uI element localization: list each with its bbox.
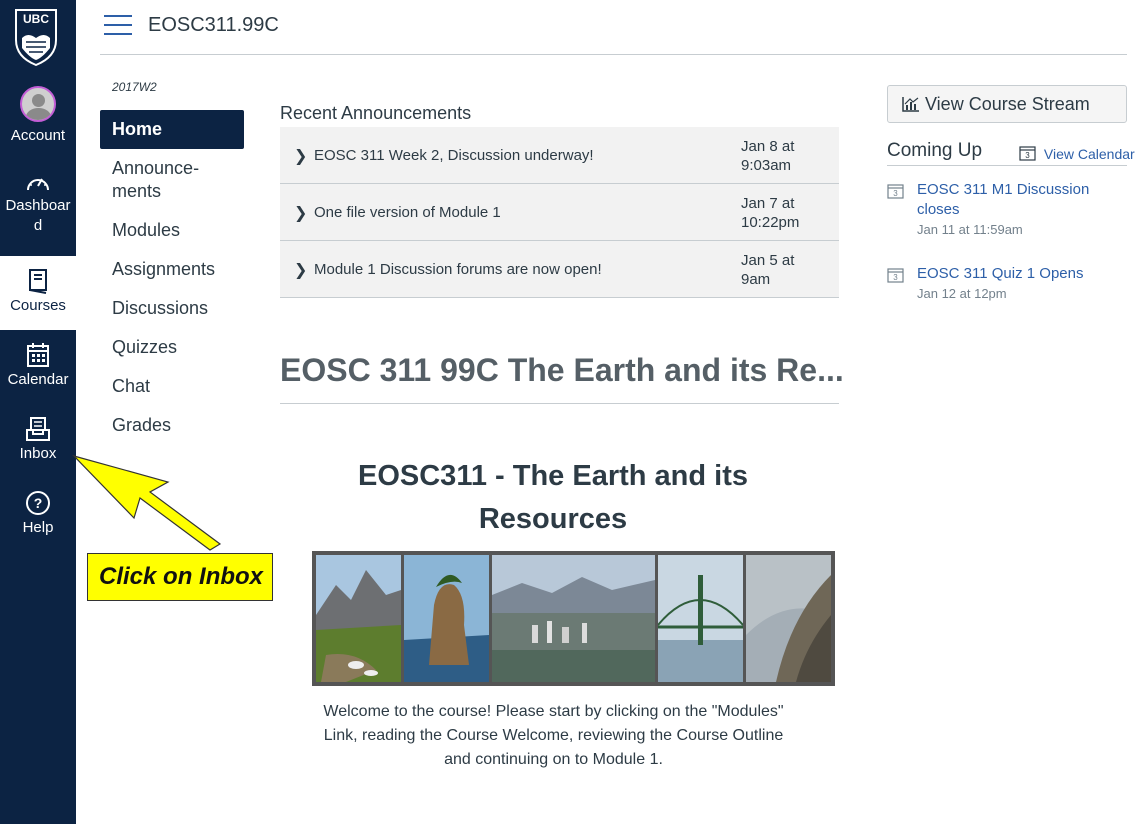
global-nav-courses-label: Courses <box>10 297 66 314</box>
view-calendar-link[interactable]: 3 View Calendar <box>1019 144 1135 164</box>
course-nav-announcements-label: Announce- <box>112 158 200 178</box>
course-nav-modules[interactable]: Modules <box>100 211 244 250</box>
banner-photo-coast <box>746 555 831 682</box>
calendar-event-icon-day: 3 <box>893 189 898 198</box>
header-divider <box>100 54 1127 55</box>
announcement-title: EOSC 311 Week 2, Discussion underway! <box>314 147 594 164</box>
calendar-small-icon-day: 3 <box>1025 151 1030 160</box>
announcement-date: Jan 7 at 10:22pm <box>741 194 831 232</box>
calendar-small-icon: 3 <box>1019 146 1036 161</box>
course-nav: Home Announce- ments Modules Assignments… <box>100 110 244 445</box>
welcome-heading: EOSC311 - The Earth and its Resources <box>358 460 748 535</box>
announcement-row[interactable]: ❯ One file version of Module 1 Jan 7 at … <box>280 184 839 241</box>
coming-up-heading: Coming Up <box>887 140 983 161</box>
course-nav-chat[interactable]: Chat <box>100 367 244 406</box>
view-calendar-label: View Calendar <box>1043 146 1135 162</box>
coming-up-item-title[interactable]: EOSC 311 M1 Discussion closes <box>917 180 1127 220</box>
svg-text:?: ? <box>34 495 43 511</box>
announcement-date: Jan 5 at 9am <box>741 251 831 289</box>
global-nav-dashboard[interactable]: Dashboar d <box>0 172 76 236</box>
banner-photo-mountains <box>316 555 401 682</box>
announcement-date-line2: 9am <box>741 271 771 288</box>
chevron-right-icon: ❯ <box>294 148 308 165</box>
help-icon: ? <box>26 491 50 515</box>
global-nav-account[interactable]: Account <box>0 86 76 146</box>
banner-photo-rock <box>404 555 489 682</box>
chart-icon <box>902 97 919 112</box>
global-nav-courses[interactable]: Courses <box>0 256 76 330</box>
course-nav-announcements-label-wrap: ments <box>112 181 162 201</box>
announcement-list: ❯ EOSC 311 Week 2, Discussion underway! … <box>280 127 839 298</box>
coming-up-divider <box>887 165 1127 166</box>
announcement-date-line2: 10:22pm <box>741 214 800 231</box>
view-course-stream-button[interactable]: View Course Stream <box>887 85 1127 123</box>
announcement-row[interactable]: ❯ EOSC 311 Week 2, Discussion underway! … <box>280 127 839 184</box>
ubc-logo[interactable]: UBC <box>14 8 58 66</box>
course-banner-image <box>312 551 835 686</box>
page-title-divider <box>280 403 839 404</box>
coming-up-item: 3 EOSC 311 Quiz 1 Opens Jan 12 at 12pm <box>887 264 1127 304</box>
course-nav-home[interactable]: Home <box>100 110 244 149</box>
canvas-app: UBC Account Dashboar d Courses Calendar … <box>0 0 1141 824</box>
global-nav: UBC Account Dashboar d Courses Calendar … <box>0 0 76 824</box>
global-nav-calendar-label: Calendar <box>7 371 69 388</box>
global-nav-account-label: Account <box>10 127 66 144</box>
speedometer-icon <box>27 178 49 191</box>
announcement-date: Jan 8 at 9:03am <box>741 137 831 175</box>
coming-up-item: 3 EOSC 311 M1 Discussion closes Jan 11 a… <box>887 180 1127 240</box>
coming-up-item-date: Jan 11 at 11:59am <box>917 222 1023 237</box>
course-nav-assignments[interactable]: Assignments <box>100 250 244 289</box>
announcement-date-line1: Jan 5 at <box>741 252 795 269</box>
welcome-text: Welcome to the course! Please start by c… <box>323 703 784 768</box>
announcement-date-line2: 9:03am <box>741 157 792 174</box>
annotation-callout: Click on Inbox <box>87 553 273 601</box>
breadcrumb-course-code[interactable]: EOSC311.99C <box>148 12 279 38</box>
announcement-title: One file version of Module 1 <box>314 204 501 221</box>
term-label: 2017W2 <box>112 80 157 94</box>
coming-up-item-title[interactable]: EOSC 311 Quiz 1 Opens <box>917 264 1127 284</box>
book-icon <box>29 269 47 294</box>
coming-up-item-date: Jan 12 at 12pm <box>917 286 1007 301</box>
announcement-date-line1: Jan 7 at <box>741 195 795 212</box>
calendar-icon <box>27 343 49 367</box>
global-nav-calendar[interactable]: Calendar <box>0 342 76 390</box>
calendar-event-icon: 3 <box>887 268 904 283</box>
course-nav-discussions[interactable]: Discussions <box>100 289 244 328</box>
global-nav-dashboard-label: Dashboar <box>5 197 71 214</box>
hamburger-menu-icon[interactable] <box>104 15 132 35</box>
chevron-right-icon: ❯ <box>294 205 308 222</box>
calendar-event-icon: 3 <box>887 184 904 199</box>
banner-photo-bridge <box>658 555 743 682</box>
global-nav-dashboard-label-wrap: d <box>33 217 43 234</box>
global-nav-inbox-label: Inbox <box>19 445 57 462</box>
course-nav-announcements[interactable]: Announce- ments <box>100 149 244 211</box>
chevron-right-icon: ❯ <box>294 262 308 279</box>
announcement-date-line1: Jan 8 at <box>741 138 795 155</box>
logo-text: UBC <box>23 12 49 26</box>
course-nav-quizzes[interactable]: Quizzes <box>100 328 244 367</box>
global-nav-help-label: Help <box>22 519 54 536</box>
announcement-title: Module 1 Discussion forums are now open! <box>314 261 602 278</box>
banner-photo-city <box>492 555 655 682</box>
page-title: EOSC 311 99C The Earth and its Re... <box>280 352 844 388</box>
annotation-arrow-icon <box>72 454 222 551</box>
calendar-event-icon-day: 3 <box>893 273 898 282</box>
announcement-row[interactable]: ❯ Module 1 Discussion forums are now ope… <box>280 241 839 298</box>
recent-announcements-heading: Recent Announcements <box>280 103 472 123</box>
inbox-icon <box>26 417 50 441</box>
view-course-stream-label: View Course Stream <box>925 94 1090 114</box>
avatar-icon <box>20 86 56 122</box>
